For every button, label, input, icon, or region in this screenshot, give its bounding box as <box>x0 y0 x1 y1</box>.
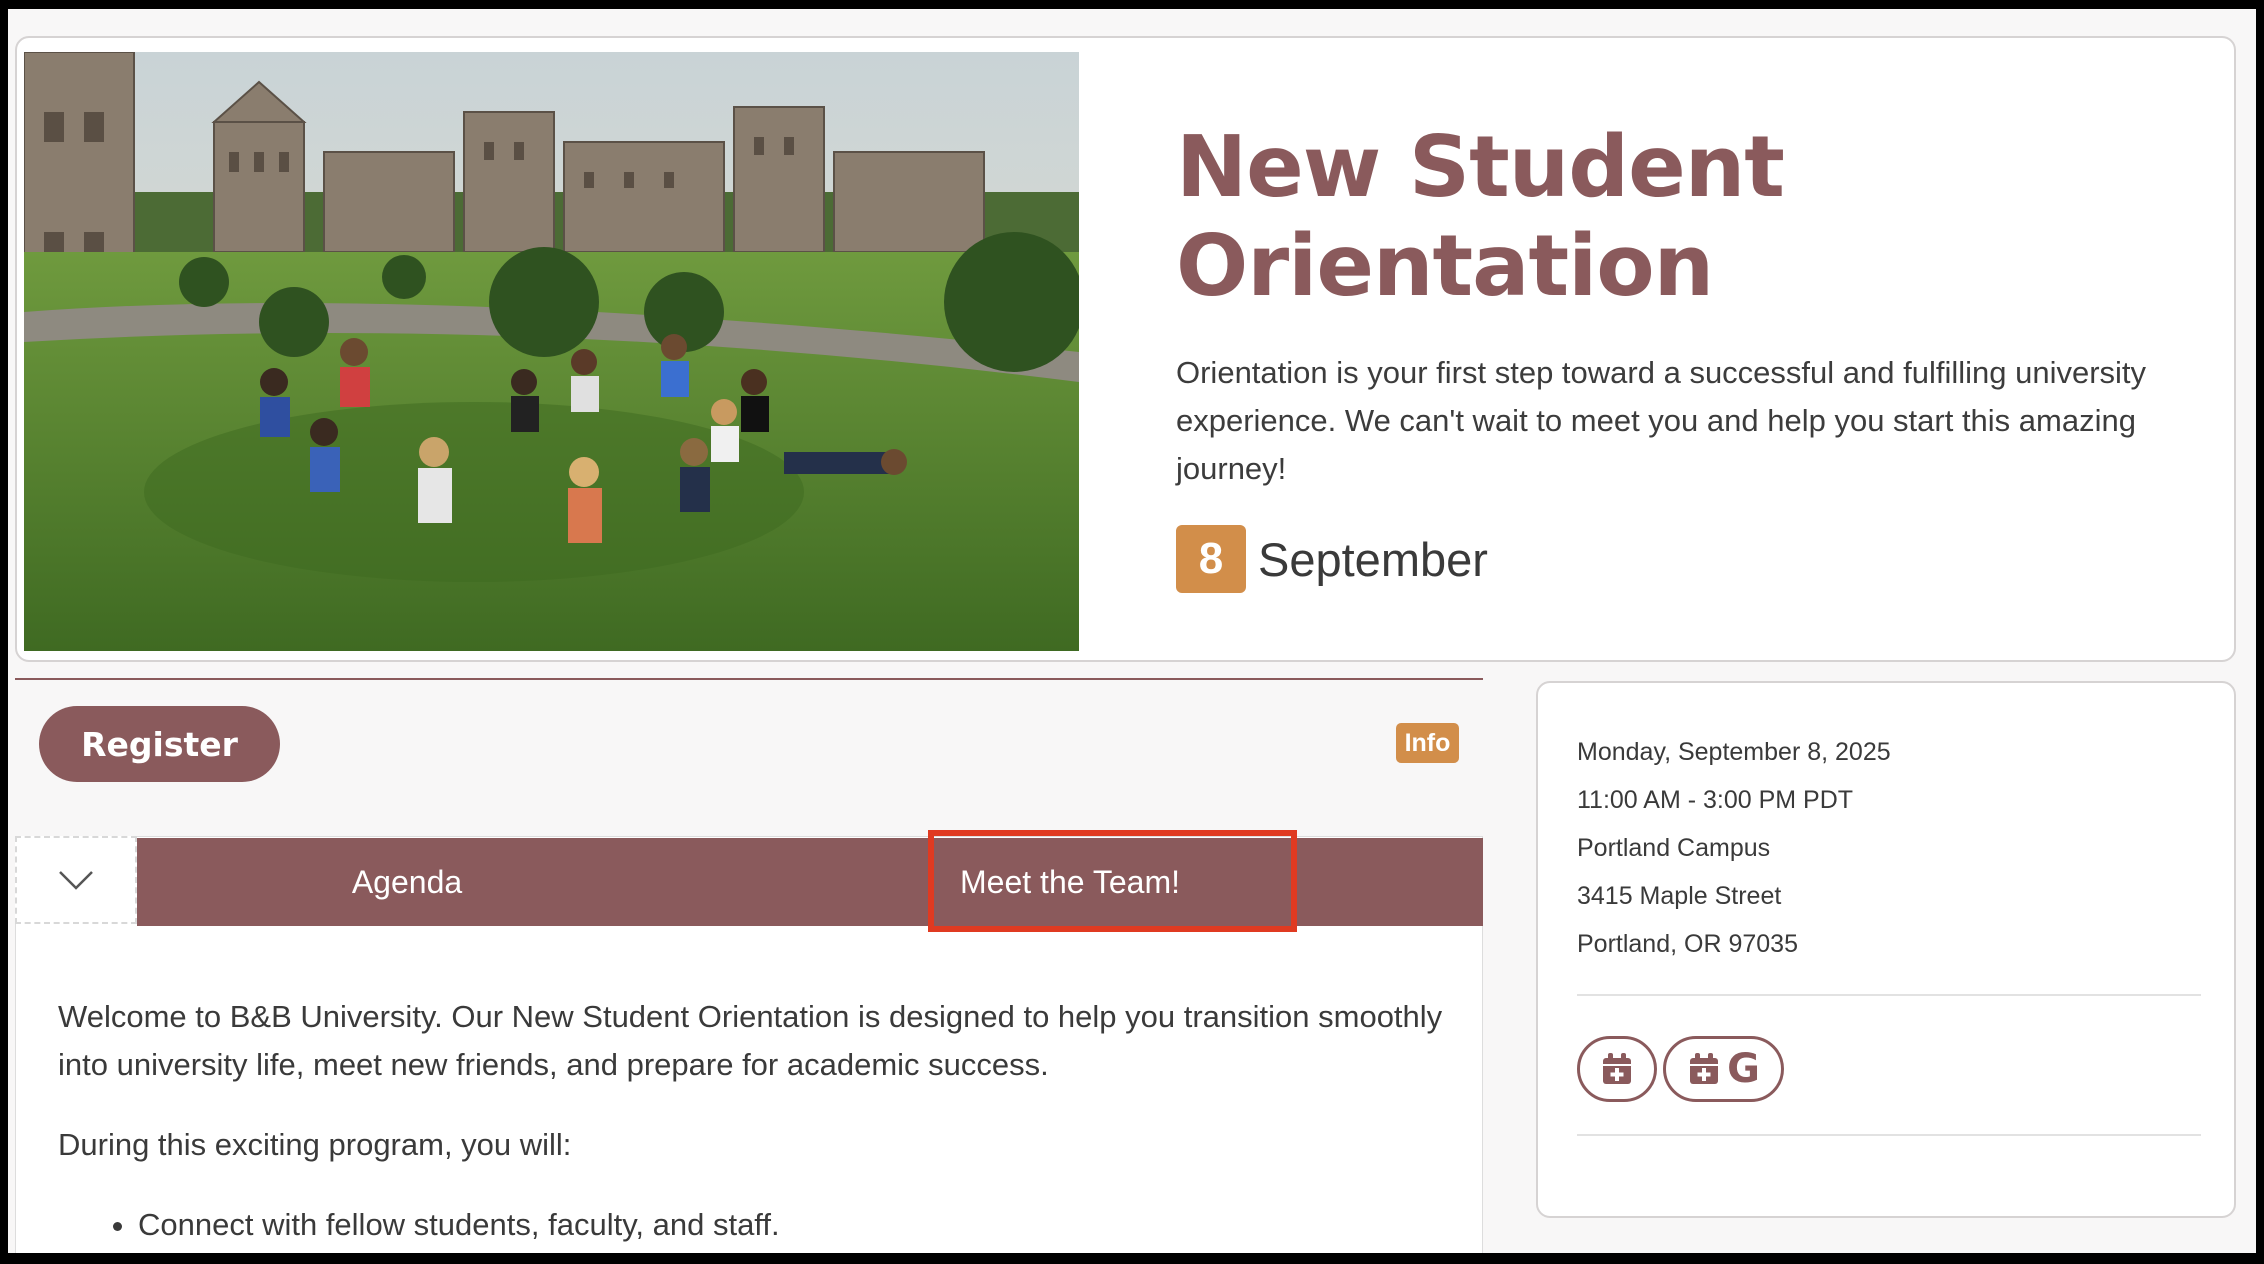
page-title: New Student Orientation <box>1176 118 2186 316</box>
event-details: Monday, September 8, 2025 11:00 AM - 3:0… <box>1577 728 1891 968</box>
hero-image <box>24 52 1079 651</box>
event-date-text: Monday, September 8, 2025 <box>1577 738 1891 766</box>
campus-photo <box>24 52 1079 651</box>
hero-text: New Student Orientation Orientation is y… <box>1176 118 2186 593</box>
details-divider <box>1577 994 2201 996</box>
tab-agenda[interactable]: Agenda <box>137 838 677 926</box>
collapse-toggle[interactable] <box>15 836 137 924</box>
section-divider <box>15 678 1483 680</box>
add-to-google-calendar-button[interactable]: G <box>1663 1036 1784 1102</box>
event-venue: Portland Campus <box>1577 834 1771 862</box>
google-g-label: G <box>1727 1046 1760 1092</box>
chevron-down-icon <box>59 871 93 890</box>
list-item: Connect with fellow students, faculty, a… <box>138 1201 1458 1249</box>
program-paragraph: During this exciting program, you will: <box>58 1127 572 1162</box>
title-line-2: Orientation <box>1176 217 1714 316</box>
hero-card: New Student Orientation Orientation is y… <box>15 36 2236 662</box>
calendar-plus-icon <box>1603 1053 1631 1084</box>
content-body: Welcome to B&B University. Our New Stude… <box>58 993 1458 1249</box>
info-badge[interactable]: Info <box>1396 723 1459 763</box>
event-street: 3415 Maple Street <box>1577 882 1782 910</box>
event-time-text: 11:00 AM - 3:00 PM PDT <box>1577 786 1854 814</box>
calendar-divider <box>1577 1134 2201 1136</box>
focus-highlight <box>928 830 1297 932</box>
day-badge: 8 <box>1176 525 1246 593</box>
add-to-calendar-button[interactable] <box>1577 1036 1657 1102</box>
page: New Student Orientation Orientation is y… <box>8 9 2256 1253</box>
intro-paragraph: Welcome to B&B University. Our New Stude… <box>58 999 1443 1082</box>
program-list: Connect with fellow students, faculty, a… <box>138 1201 1458 1249</box>
title-line-1: New Student <box>1176 118 1785 217</box>
month-label: September <box>1258 532 1488 586</box>
google-calendar-icon <box>1690 1053 1719 1084</box>
hero-description: Orientation is your first step toward a … <box>1176 355 2147 486</box>
event-city: Portland, OR 97035 <box>1577 930 1798 958</box>
event-date: 8 September <box>1176 525 2186 593</box>
register-button[interactable]: Register <box>39 706 280 782</box>
